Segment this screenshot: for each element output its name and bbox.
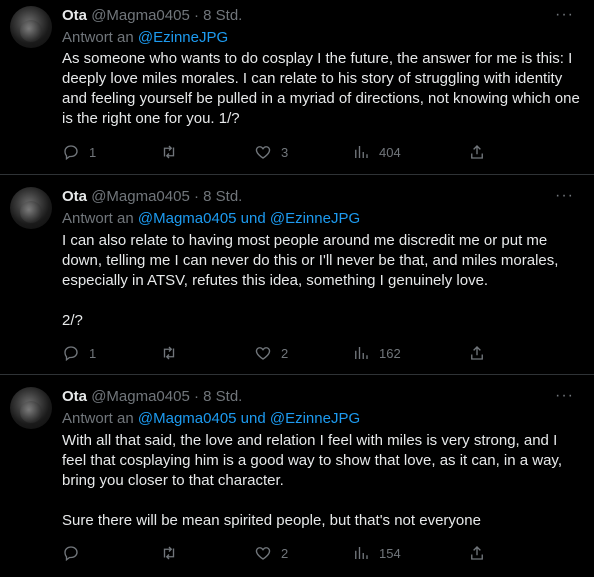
timestamp[interactable]: 8 Std. <box>203 388 242 405</box>
author-handle[interactable]: @Magma0405 <box>91 7 190 24</box>
author-name[interactable]: Ota <box>62 7 87 24</box>
timestamp[interactable]: 8 Std. <box>203 188 242 205</box>
reply-count: 1 <box>89 144 97 160</box>
reply-context: Antwort an @Magma0405 und @EzinneJPG <box>62 209 360 229</box>
reply-context: Antwort an @Magma0405 und @EzinneJPG <box>62 409 360 429</box>
views-button[interactable]: 154 <box>352 543 401 563</box>
share-icon <box>471 145 483 159</box>
tweet-header: Ota @Magma0405 · 8 Std. <box>62 387 242 407</box>
view-count: 404 <box>379 144 401 160</box>
avatar[interactable] <box>10 6 52 48</box>
avatar[interactable] <box>10 187 52 229</box>
views-icon <box>355 347 368 359</box>
more-icon[interactable]: ··· <box>555 187 574 205</box>
tweet-paragraph: As someone who wants to do cosplay I the… <box>62 50 580 127</box>
separator-dot: · <box>193 388 199 405</box>
like-button[interactable]: 2 <box>254 543 288 563</box>
retweet-button[interactable] <box>160 343 187 363</box>
share-icon <box>471 346 483 360</box>
heart-icon <box>255 146 271 159</box>
tweet-paragraph: Sure there will be mean spirited people,… <box>62 512 481 529</box>
author-name[interactable]: Ota <box>62 388 87 405</box>
author-name[interactable]: Ota <box>62 188 87 205</box>
share-button[interactable] <box>468 142 486 162</box>
reply-icon <box>64 346 78 362</box>
reply-mentions[interactable]: @Magma0405 und @EzinneJPG <box>138 210 360 227</box>
more-icon[interactable]: ··· <box>555 6 574 24</box>
timestamp[interactable]: 8 Std. <box>203 7 242 24</box>
reply-prefix: Antwort an <box>62 29 134 46</box>
tweet-text: With all that said, the love and relatio… <box>62 431 582 531</box>
reply-button[interactable]: 1 <box>62 142 96 162</box>
reply-context: Antwort an @EzinneJPG <box>62 28 228 48</box>
tweet-text: I can also relate to having most people … <box>62 231 582 331</box>
reply-mentions[interactable]: @Magma0405 und @EzinneJPG <box>138 410 360 427</box>
tweet-text: As someone who wants to do cosplay I the… <box>62 49 582 129</box>
reply-icon <box>64 546 78 562</box>
view-count: 154 <box>379 545 401 561</box>
views-icon <box>355 547 368 559</box>
like-button[interactable]: 2 <box>254 343 288 363</box>
tweet-paragraph: I can also relate to having most people … <box>62 232 559 289</box>
reply-button[interactable] <box>62 543 89 563</box>
retweet-icon <box>163 346 175 360</box>
heart-icon <box>255 347 271 360</box>
action-bar: 1 3 404 <box>62 142 492 162</box>
action-bar: 1 2 162 <box>62 343 492 363</box>
tweet-paragraph: With all that said, the love and relatio… <box>62 432 562 489</box>
separator-dot: · <box>193 188 199 205</box>
tweet-paragraph: 2/? <box>62 312 83 329</box>
share-icon <box>471 546 483 560</box>
separator-dot: · <box>193 7 199 24</box>
view-count: 162 <box>379 345 401 361</box>
heart-icon <box>255 547 271 560</box>
like-count: 2 <box>281 345 289 361</box>
reply-count: 1 <box>89 345 97 361</box>
views-icon <box>355 146 368 158</box>
action-bar: 2 154 <box>62 543 492 563</box>
like-count: 3 <box>281 144 289 160</box>
tweet-3[interactable]: Ota @Magma0405 · 8 Std. ··· Antwort an @… <box>0 375 594 577</box>
share-button[interactable] <box>468 543 486 563</box>
avatar[interactable] <box>10 387 52 429</box>
more-icon[interactable]: ··· <box>555 387 574 405</box>
reply-icon <box>64 145 78 161</box>
retweet-icon <box>163 145 175 159</box>
retweet-icon <box>163 546 175 560</box>
tweet-2[interactable]: Ota @Magma0405 · 8 Std. ··· Antwort an @… <box>0 175 594 375</box>
reply-prefix: Antwort an <box>62 410 134 427</box>
reply-mentions[interactable]: @EzinneJPG <box>138 29 228 46</box>
tweet-header: Ota @Magma0405 · 8 Std. <box>62 187 242 207</box>
tweet-1[interactable]: Ota @Magma0405 · 8 Std. ··· Antwort an @… <box>0 0 594 175</box>
reply-prefix: Antwort an <box>62 210 134 227</box>
like-button[interactable]: 3 <box>254 142 288 162</box>
views-button[interactable]: 404 <box>352 142 401 162</box>
tweet-header: Ota @Magma0405 · 8 Std. <box>62 6 242 26</box>
author-handle[interactable]: @Magma0405 <box>91 188 190 205</box>
share-button[interactable] <box>468 343 486 363</box>
retweet-button[interactable] <box>160 142 187 162</box>
author-handle[interactable]: @Magma0405 <box>91 388 190 405</box>
views-button[interactable]: 162 <box>352 343 401 363</box>
retweet-button[interactable] <box>160 543 187 563</box>
like-count: 2 <box>281 545 289 561</box>
reply-button[interactable]: 1 <box>62 343 96 363</box>
